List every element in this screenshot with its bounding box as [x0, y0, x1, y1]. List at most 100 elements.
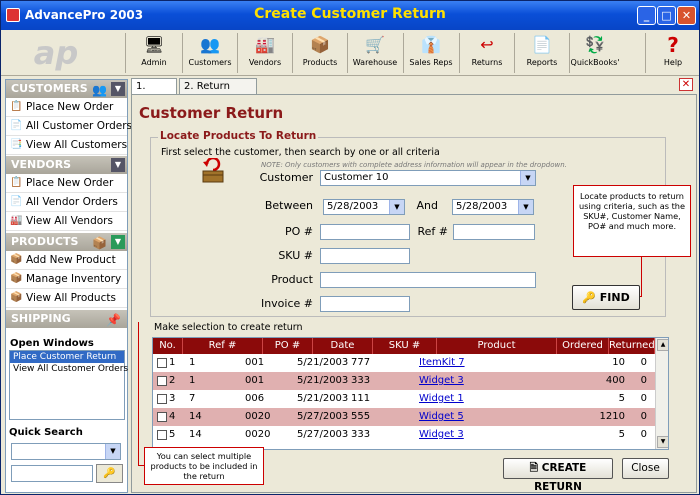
row-checkbox[interactable]	[157, 376, 167, 386]
toolbar-sales-reps-button[interactable]: 👔 Sales Reps	[405, 32, 457, 74]
create-return-button[interactable]: 🗎 CREATE RETURN	[503, 458, 613, 493]
column-header[interactable]: Date	[313, 338, 373, 354]
sidebar-item-all-vendor-orders[interactable]: 📄 All Vendor Orders	[6, 193, 127, 212]
minimize-button[interactable]: _	[637, 6, 656, 25]
sidebar-item-label: Place New Order	[26, 101, 114, 113]
tab-bar: 1. Locate 2. Return Details ✕	[131, 78, 697, 107]
vendor-icon: 🏭	[10, 215, 23, 226]
sidebar: CUSTOMERS 👥 ▼ 📋 Place New Order 📄 All Custom…	[5, 79, 132, 493]
column-header[interactable]: PO #	[263, 338, 313, 354]
date-to-picker[interactable]: 5/28/2003 ▼	[452, 199, 534, 215]
toolbar-vendors-button[interactable]: 🏭 Vendors	[239, 32, 291, 74]
quick-search-input[interactable]	[11, 465, 93, 482]
scroll-down-icon[interactable]: ▼	[657, 436, 668, 448]
open-window-item[interactable]: Place Customer Return	[10, 351, 124, 363]
list-icon: 📑	[10, 139, 23, 150]
row-checkbox[interactable]	[157, 412, 167, 422]
row-checkbox[interactable]	[157, 358, 167, 368]
sidebar-section-customers[interactable]: CUSTOMERS 👥 ▼	[6, 80, 127, 98]
table-row[interactable]: 4 14 0020 5/27/2003 555 Widget 5 1210 0	[153, 408, 655, 426]
sidebar-section-shipping[interactable]: SHIPPING 📌	[6, 310, 127, 328]
grid-scrollbar[interactable]: ▲ ▼	[655, 338, 668, 449]
table-row[interactable]: 5 14 0020 5/27/2003 333 Widget 3 5 0	[153, 426, 655, 444]
po-input[interactable]	[320, 224, 410, 240]
toolbar-warehouse-button[interactable]: 🛒 Warehouse	[349, 32, 401, 74]
title-bar[interactable]: AdvancePro 2003 Create Customer Return _…	[1, 1, 699, 30]
orders-icon: 📄	[10, 196, 23, 207]
quick-search-select[interactable]: ▼	[11, 443, 121, 460]
cell-product-link[interactable]: Widget 5	[419, 408, 464, 426]
column-header[interactable]: Product	[437, 338, 557, 354]
toolbar-separator	[514, 33, 515, 73]
close-window-button[interactable]: ✕	[677, 6, 696, 25]
row-checkbox[interactable]	[157, 430, 167, 440]
toolbar-help-button[interactable]: ? Help	[647, 32, 699, 74]
sidebar-item-label: View All Customers	[26, 139, 128, 151]
sidebar-item-view-all-vendors[interactable]: 🏭 View All Vendors	[6, 212, 127, 231]
chevron-down-icon[interactable]: ▼	[105, 444, 120, 459]
quick-search-button[interactable]: 🔑	[96, 464, 123, 483]
sidebar-item-view-all-customers[interactable]: 📑 View All Customers	[6, 136, 127, 155]
sidebar-section-vendors[interactable]: VENDORS ▼	[6, 156, 127, 174]
toolbar-admin-button[interactable]: 🖥 Admin	[128, 32, 180, 74]
sidebar-item-all-customer-orders[interactable]: 📄 All Customer Orders	[6, 117, 132, 136]
column-header[interactable]: SKU #	[373, 338, 437, 354]
close-tab-icon[interactable]: ✕	[679, 78, 693, 91]
toolbar-products-button[interactable]: 📦 Products	[294, 32, 346, 74]
toolbar-reports-button[interactable]: 📄 Reports	[516, 32, 568, 74]
close-button[interactable]: Close	[622, 458, 669, 479]
customers-icon: 👥	[92, 83, 107, 97]
toolbar-returns-button[interactable]: ↩ Returns	[461, 32, 513, 74]
chevron-down-icon[interactable]: ▼	[518, 200, 533, 214]
cell-returned: 0	[640, 375, 647, 386]
cell-product-link[interactable]: Widget 1	[419, 390, 464, 408]
sidebar-item-add-new-product[interactable]: 📦 Add New Product	[6, 251, 127, 270]
sidebar-item-manage-inventory[interactable]: 📦 Manage Inventory	[6, 270, 127, 289]
invoice-label: Invoice #	[260, 297, 313, 310]
return-box-icon	[202, 158, 224, 183]
date-to-value: 5/28/2003	[456, 201, 508, 212]
invoice-input[interactable]	[320, 296, 410, 312]
table-row[interactable]: 2 1 001 5/21/2003 333 Widget 3 400 0	[153, 372, 655, 390]
toolbar-customers-button[interactable]: 👥 Customers	[184, 32, 236, 74]
page-title: Customer Return	[139, 104, 284, 122]
cell-product-link[interactable]: ItemKit 7	[419, 354, 465, 372]
collapse-icon[interactable]: ▼	[111, 158, 125, 172]
row-checkbox[interactable]	[157, 394, 167, 404]
toolbar-label: QuickBooks'	[570, 58, 620, 67]
sidebar-item-view-all-products[interactable]: 📦 View All Products	[6, 289, 127, 308]
column-header[interactable]: Returned	[609, 338, 655, 354]
chevron-down-icon[interactable]: ▼	[389, 200, 404, 214]
table-row[interactable]: 3 7 006 5/21/2003 111 Widget 1 5 0	[153, 390, 655, 408]
tab-locate[interactable]: 1. Locate	[131, 78, 177, 107]
collapse-icon[interactable]: ▼	[111, 82, 125, 96]
table-row[interactable]: 1 1 001 5/21/2003 777 ItemKit 7 10 0	[153, 354, 655, 372]
ref-input[interactable]	[453, 224, 535, 240]
create-return-label: CREATE RETURN	[534, 462, 587, 493]
scroll-up-icon[interactable]: ▲	[657, 339, 668, 351]
maximize-button[interactable]: □	[657, 6, 676, 25]
toolbar-label: Vendors	[248, 58, 282, 67]
section-title: CUSTOMERS	[11, 82, 88, 95]
toolbar-quickbooks-button[interactable]: 💱 QuickBooks'	[569, 32, 621, 74]
collapse-icon[interactable]: ▼	[111, 235, 125, 249]
sidebar-section-products[interactable]: PRODUCTS 📦 ▼	[6, 233, 127, 251]
date-from-picker[interactable]: 5/28/2003 ▼	[323, 199, 405, 215]
sku-input[interactable]	[320, 248, 410, 264]
find-button[interactable]: 🔑 FIND	[572, 285, 640, 310]
cell-product-link[interactable]: Widget 3	[419, 372, 464, 390]
column-header[interactable]: No.	[153, 338, 183, 354]
sidebar-item-vendor-place-new-order[interactable]: 📋 Place New Order	[6, 174, 127, 193]
sidebar-item-place-new-order[interactable]: 📋 Place New Order	[6, 98, 127, 117]
product-input[interactable]	[320, 272, 536, 288]
open-window-item[interactable]: View All Customer Orders	[10, 363, 128, 375]
customers-icon: 👥	[200, 35, 220, 54]
tab-return-details[interactable]: 2. Return Details	[179, 78, 257, 107]
cell-returned: 0	[640, 429, 647, 440]
section-title: VENDORS	[11, 158, 72, 171]
chevron-down-icon[interactable]: ▼	[520, 171, 535, 185]
column-header[interactable]: Ordered	[557, 338, 609, 354]
cell-product-link[interactable]: Widget 3	[419, 426, 464, 444]
column-header[interactable]: Ref #	[183, 338, 263, 354]
customer-select[interactable]: Customer 10 ▼	[320, 170, 536, 186]
